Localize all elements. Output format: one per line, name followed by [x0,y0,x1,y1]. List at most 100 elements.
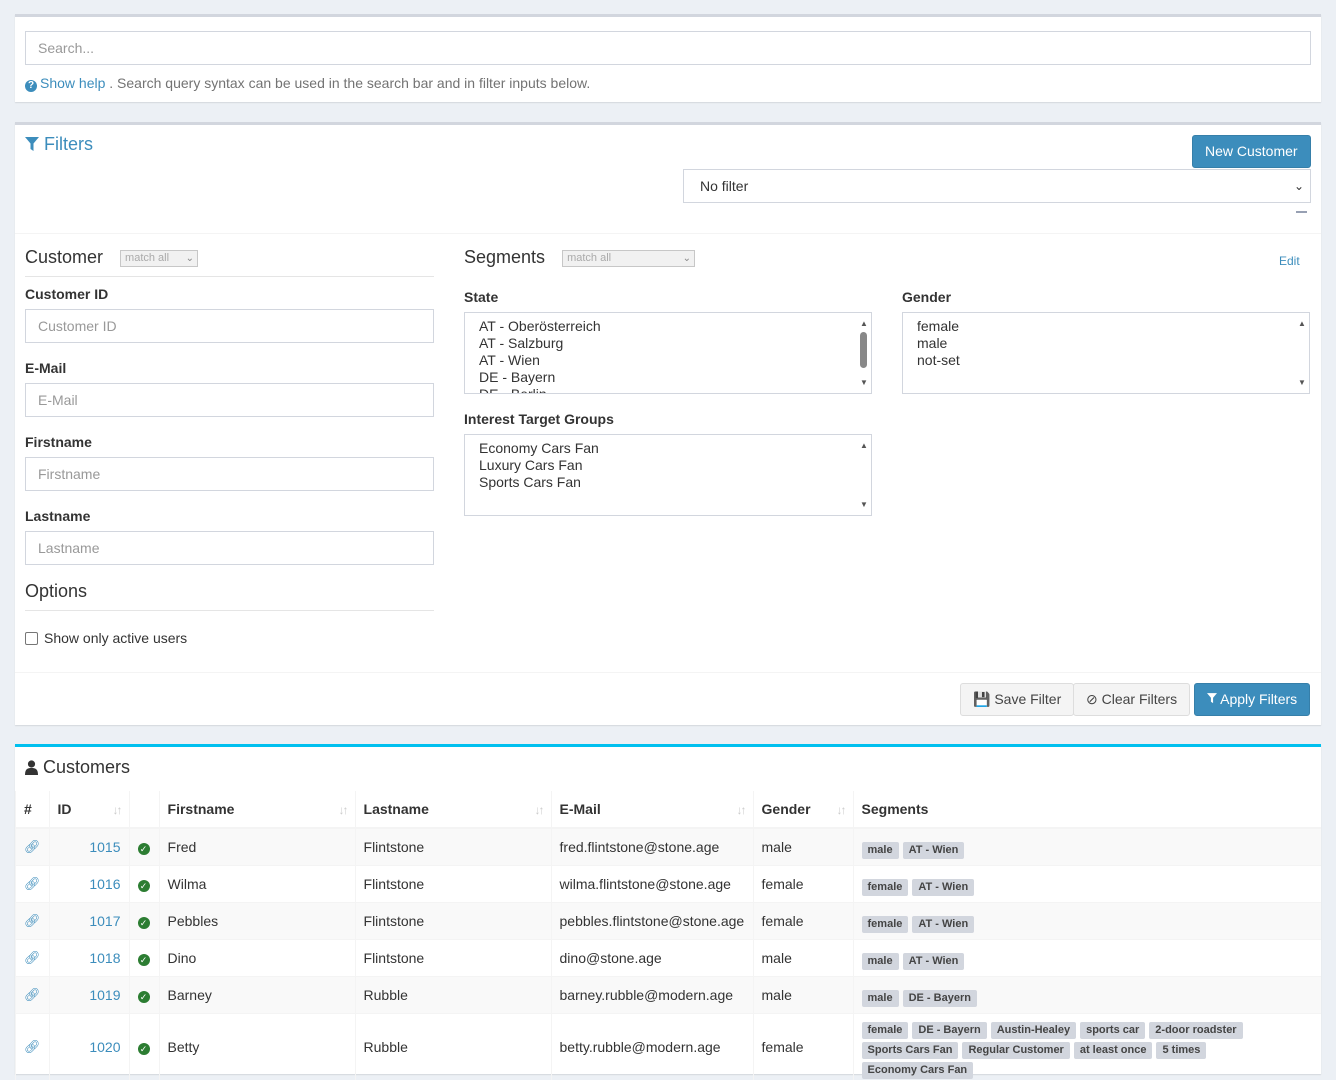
segment-badge: female [861,915,909,933]
clear-filters-label: Clear Filters [1101,691,1178,707]
active-users-checkbox[interactable] [25,631,38,645]
customer-id-link[interactable]: 1020 [48,1012,130,1080]
segment-badge: 2-door roadster [1149,1021,1243,1039]
column-header-lastname[interactable]: Lastname ↓↑ [354,791,552,829]
interest-option[interactable]: Luxury Cars Fan [479,457,857,474]
link-icon[interactable]: 🔗︎ [24,839,41,854]
segments-match-select[interactable]: match all ⌄ [562,250,696,267]
state-option[interactable]: AT - Wien [479,352,857,369]
customers-panel: Customers # ID ↓↑ Firstname ↓↑ Lastname ↓↑ … [15,744,1321,1080]
scroll-down-icon[interactable]: ▼ [860,374,868,391]
firstname-input[interactable] [25,457,434,491]
interest-label: Interest Target Groups [464,411,614,427]
column-header-id[interactable]: ID ↓↑ [48,791,130,829]
link-icon[interactable]: 🔗︎ [24,950,41,965]
apply-filters-button[interactable]: Apply Filters [1194,683,1311,716]
email-input[interactable] [25,383,434,417]
active-users-option[interactable]: Show only active users [25,630,187,646]
state-scrollbar[interactable]: ▲ ▼ [859,315,869,391]
filters-title-text: Filters [44,134,93,154]
column-header-gender[interactable]: Gender ↓↑ [752,791,854,829]
interest-scrollbar[interactable]: ▲ ▼ [859,437,869,513]
gender-cell: female [752,901,854,939]
gender-option[interactable]: not-set [917,352,1295,369]
email-cell: fred.flintstone@stone.age [550,827,754,865]
segment-badge: Austin-Healey [990,1021,1077,1039]
segment-badge: AT - Wien [912,915,975,933]
row-link-cell: 🔗︎ [15,1012,50,1080]
sort-icon[interactable]: ↓↑ [339,803,349,817]
gender-option[interactable]: female [917,318,1295,335]
email-cell: pebbles.flintstone@stone.age [550,901,754,939]
link-icon[interactable]: 🔗︎ [24,1039,41,1054]
lastname-cell: Flintstone [354,827,552,865]
column-header-label: Lastname [363,801,429,817]
segments-cell: female AT - Wien [852,901,1321,939]
new-customer-button[interactable]: New Customer [1192,135,1311,168]
chevron-down-icon: ⌄ [1293,179,1304,193]
table-row: 🔗︎ 1015 ✓ Fred Flintstone fred.flintstone@sto… [15,827,1321,865]
column-header-label: E-Mail [559,801,601,817]
state-option[interactable]: DE - Berlin [479,386,857,393]
customer-match-select[interactable]: match all ⌄ [120,250,199,267]
customer-id-link[interactable]: 1019 [48,975,130,1013]
gender-listbox[interactable]: female male not-set ▲ ▼ [902,312,1310,394]
scroll-up-icon[interactable]: ▲ [1298,315,1306,332]
saved-filter-select[interactable]: No filter ⌄ [683,169,1311,203]
interest-listbox[interactable]: Economy Cars Fan Luxury Cars Fan Sports … [464,434,872,516]
firstname-cell: Betty [158,1012,356,1080]
interest-option[interactable]: Sports Cars Fan [479,474,857,491]
status-cell: ✓ [128,975,160,1013]
sort-icon[interactable]: ↓↑ [837,803,847,817]
state-option[interactable]: DE - Bayern [479,369,857,386]
save-filter-button[interactable]: 💾 Save Filter [960,683,1075,716]
sort-icon[interactable]: ↓↑ [737,803,747,817]
customer-id-link[interactable]: 1015 [48,827,130,865]
clear-filters-button[interactable]: ⊘ Clear Filters [1073,683,1191,716]
check-circle-icon: ✓ [137,990,150,1003]
status-cell: ✓ [128,901,160,939]
state-option[interactable]: AT - Oberösterreich [479,318,857,335]
firstname-cell: Fred [158,827,356,865]
link-icon[interactable]: 🔗︎ [24,987,41,1002]
link-icon[interactable]: 🔗︎ [24,913,41,928]
lastname-label: Lastname [25,508,91,524]
filter-icon [25,137,39,151]
lastname-input[interactable] [25,531,434,565]
state-option[interactable]: AT - Salzburg [479,335,857,352]
segment-badge: Sports Cars Fan [861,1041,959,1059]
segment-badge: sports car [1080,1021,1146,1039]
column-header-email[interactable]: E-Mail ↓↑ [550,791,754,829]
column-header-firstname[interactable]: Firstname ↓↑ [158,791,356,829]
row-link-cell: 🔗︎ [15,901,50,939]
filters-title[interactable]: Filters [25,134,93,155]
scroll-down-icon[interactable]: ▼ [860,496,868,513]
firstname-cell: Dino [158,938,356,976]
scroll-up-icon[interactable]: ▲ [860,315,868,332]
gender-scrollbar[interactable]: ▲ ▼ [1297,315,1307,391]
customer-section-label: Customer [25,247,104,267]
state-listbox[interactable]: AT - Oberösterreich AT - Salzburg AT - W… [464,312,872,394]
customer-id-input[interactable] [25,309,434,343]
segments-section-title: Segments match all ⌄ [464,247,1311,276]
sort-icon[interactable]: ↓↑ [113,803,123,817]
gender-option[interactable]: male [917,335,1295,352]
show-help-link[interactable]: Show help [40,75,105,91]
collapse-icon[interactable] [1296,211,1307,213]
link-icon[interactable]: 🔗︎ [24,876,41,891]
status-cell: ✓ [128,938,160,976]
scroll-down-icon[interactable]: ▼ [1298,374,1306,391]
search-input[interactable] [25,31,1311,65]
segments-cell: female AT - Wien [852,864,1321,902]
segments-edit-link[interactable]: Edit [1279,254,1300,268]
customer-id-link[interactable]: 1018 [48,938,130,976]
customer-id-link[interactable]: 1017 [48,901,130,939]
scroll-thumb[interactable] [860,332,867,368]
sort-icon[interactable]: ↓↑ [535,803,545,817]
check-circle-icon: ✓ [137,916,150,929]
interest-option[interactable]: Economy Cars Fan [479,440,857,457]
segment-badge: Economy Cars Fan [861,1061,974,1079]
scroll-up-icon[interactable]: ▲ [860,437,868,454]
customer-id-link[interactable]: 1016 [48,864,130,902]
email-cell: wilma.flintstone@stone.age [550,864,754,902]
